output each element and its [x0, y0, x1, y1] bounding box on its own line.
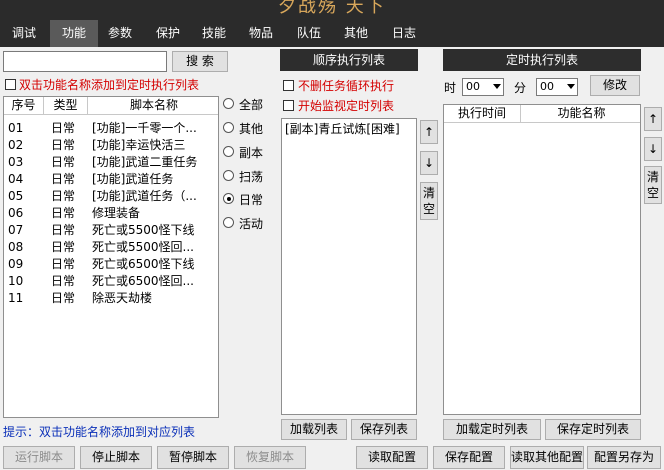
- table-row[interactable]: 07 日常 死亡或5500怪下线: [4, 222, 218, 239]
- column-header-name[interactable]: 脚本名称: [88, 97, 218, 115]
- tab-skills[interactable]: 技能: [192, 20, 236, 47]
- filter-label-sweep: 扫荡: [239, 170, 264, 184]
- timer-list[interactable]: 执行时间 功能名称: [443, 104, 641, 415]
- timer-move-up-button[interactable]: ↑: [644, 107, 662, 131]
- timer-list-header: 定时执行列表: [443, 49, 641, 71]
- add-to-timer-checkbox[interactable]: [5, 79, 16, 90]
- minute-label: 分: [514, 81, 527, 95]
- filter-label-activity: 活动: [239, 217, 264, 231]
- tab-protect[interactable]: 保护: [146, 20, 190, 47]
- filter-label-other: 其他: [239, 122, 264, 136]
- timer-move-down-button[interactable]: ↓: [644, 137, 662, 161]
- filter-label-all: 全部: [239, 98, 264, 112]
- clear-timer-button[interactable]: 清空: [644, 166, 662, 204]
- move-down-button[interactable]: ↓: [420, 151, 438, 175]
- add-to-timer-label: 双击功能名称添加到定时执行列表: [19, 78, 200, 92]
- loop-execute-label: 不删任务循环执行: [298, 79, 395, 93]
- radio-selected-dot: [227, 197, 231, 201]
- window-title: 夕战殇 天下: [278, 0, 386, 17]
- sequential-list[interactable]: [副本]青丘试炼[困难]: [281, 118, 417, 415]
- table-row[interactable]: 09 日常 死亡或6500怪下线: [4, 256, 218, 273]
- stop-script-button[interactable]: 停止脚本: [80, 446, 152, 469]
- table-row[interactable]: 05 日常 [功能]武道任务（...: [4, 188, 218, 205]
- chevron-down-icon: [567, 84, 575, 89]
- resume-script-button[interactable]: 恢复脚本: [234, 446, 306, 469]
- save-list-button[interactable]: 保存列表: [351, 419, 417, 440]
- filter-radio-all[interactable]: [223, 98, 234, 109]
- column-header-function-name[interactable]: 功能名称: [521, 105, 640, 123]
- hour-select[interactable]: 00: [462, 78, 504, 96]
- save-timer-list-button[interactable]: 保存定时列表: [545, 419, 641, 440]
- filter-radio-dungeon[interactable]: [223, 146, 234, 157]
- script-list[interactable]: 序号 类型 脚本名称 01 日常 [功能]一千零一个... 02 日常 [功能]幸运快活…: [3, 96, 219, 418]
- column-header-no[interactable]: 序号: [4, 97, 44, 115]
- tab-bar: 调试 功能 参数 保护 技能 物品 队伍 其他 日志: [0, 20, 664, 47]
- table-row[interactable]: 04 日常 [功能]武道任务: [4, 171, 218, 188]
- save-config-button[interactable]: 保存配置: [433, 446, 505, 469]
- table-row[interactable]: 01 日常 [功能]一千零一个...: [4, 120, 218, 137]
- search-input[interactable]: [3, 51, 167, 72]
- title-bar: 夕战殇 天下: [0, 0, 664, 20]
- read-config-button[interactable]: 读取配置: [356, 446, 428, 469]
- monitor-timer-checkbox[interactable]: [283, 100, 294, 111]
- filter-label-dungeon: 副本: [239, 146, 264, 160]
- minute-select[interactable]: 00: [536, 78, 578, 96]
- table-row[interactable]: 11 日常 除恶天劫楼: [4, 290, 218, 307]
- filter-radio-sweep[interactable]: [223, 170, 234, 181]
- pause-script-button[interactable]: 暂停脚本: [157, 446, 229, 469]
- move-up-button[interactable]: ↑: [420, 120, 438, 144]
- tab-params[interactable]: 参数: [98, 20, 142, 47]
- sequential-list-header: 顺序执行列表: [280, 49, 418, 71]
- hour-label: 时: [444, 81, 457, 95]
- table-row[interactable]: 02 日常 [功能]幸运快活三: [4, 137, 218, 154]
- column-header-type[interactable]: 类型: [44, 97, 88, 115]
- filter-radio-daily[interactable]: [223, 193, 234, 204]
- chevron-down-icon: [493, 84, 501, 89]
- load-timer-list-button[interactable]: 加载定时列表: [443, 419, 541, 440]
- tab-log[interactable]: 日志: [382, 20, 426, 47]
- search-button[interactable]: 搜 索: [172, 51, 228, 72]
- table-row[interactable]: 06 日常 修理装备: [4, 205, 218, 222]
- tab-function[interactable]: 功能: [50, 20, 98, 47]
- table-row[interactable]: 10 日常 死亡或6500怪回...: [4, 273, 218, 290]
- table-row[interactable]: 08 日常 死亡或5500怪回...: [4, 239, 218, 256]
- filter-radio-other[interactable]: [223, 122, 234, 133]
- modify-button[interactable]: 修改: [590, 75, 640, 96]
- tab-debug[interactable]: 调试: [2, 20, 46, 47]
- tab-team[interactable]: 队伍: [287, 20, 331, 47]
- run-script-button[interactable]: 运行脚本: [3, 446, 75, 469]
- load-list-button[interactable]: 加载列表: [281, 419, 347, 440]
- bottom-hint: 提示：双击功能名称添加到对应列表: [3, 425, 196, 439]
- read-other-config-button[interactable]: 读取其他配置: [510, 446, 584, 469]
- loop-execute-checkbox[interactable]: [283, 80, 294, 91]
- table-row[interactable]: 03 日常 [功能]武道二重任务: [4, 154, 218, 171]
- list-item[interactable]: [副本]青丘试炼[困难]: [285, 121, 400, 138]
- clear-sequential-button[interactable]: 清空: [420, 182, 438, 220]
- tab-items[interactable]: 物品: [239, 20, 283, 47]
- save-config-as-button[interactable]: 配置另存为: [587, 446, 661, 469]
- column-header-exec-time[interactable]: 执行时间: [444, 105, 521, 123]
- filter-radio-activity[interactable]: [223, 217, 234, 228]
- monitor-timer-label: 开始监视定时列表: [298, 99, 395, 113]
- filter-label-daily: 日常: [239, 193, 264, 207]
- tab-other[interactable]: 其他: [334, 20, 378, 47]
